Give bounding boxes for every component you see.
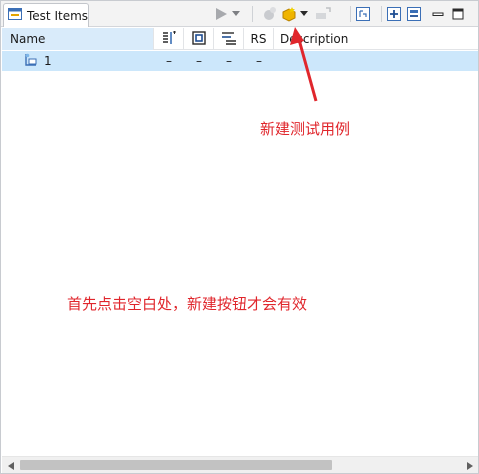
row-checkpoint-cell: – (196, 54, 202, 68)
maximize-icon[interactable] (448, 4, 468, 24)
toolbar-separator (350, 6, 351, 22)
scroll-left-icon[interactable] (2, 457, 19, 474)
tree-toolbar (384, 4, 468, 24)
tab-test-items[interactable]: Test Items (3, 3, 89, 27)
horizontal-scrollbar[interactable] (2, 456, 478, 473)
link-icon[interactable] (353, 4, 373, 24)
annotation-hint: 首先点击空白处，新建按钮才会有效 (67, 295, 308, 313)
run-dropdown-icon[interactable] (231, 4, 241, 24)
new-dropdown-icon[interactable] (299, 4, 309, 24)
import-icon[interactable] (313, 4, 333, 24)
column-header: Name RS Description (2, 28, 478, 50)
row-name-cell[interactable]: 1 (24, 51, 154, 71)
scroll-right-icon[interactable] (461, 457, 478, 474)
tab-bar: Test Items (1, 1, 478, 27)
test-items-view: Test Items Name RS Description 1 – – – –… (0, 0, 479, 474)
link-toolbar (353, 4, 373, 24)
new-test-case-icon[interactable] (279, 4, 299, 24)
expand-all-icon[interactable] (384, 4, 404, 24)
checkpoint-icon (191, 30, 206, 48)
add-test-item-disabled-icon[interactable] (259, 4, 279, 24)
test-item-toolbar (259, 4, 333, 24)
row-parameters-cell: – (226, 54, 232, 68)
row-steps-cell: – (166, 54, 172, 68)
test-item-icon (24, 53, 38, 70)
scrollbar-thumb[interactable] (20, 460, 332, 470)
steps-icon (161, 30, 177, 48)
toolbar-separator (252, 6, 253, 22)
column-rs-header[interactable]: RS (244, 28, 274, 50)
run-icon[interactable] (211, 4, 231, 24)
run-toolbar (211, 4, 241, 24)
column-checkpoint-header[interactable] (184, 28, 214, 50)
annotation-new-test-case: 新建测试用例 (260, 120, 351, 138)
test-items-icon (8, 8, 22, 23)
column-steps-header[interactable] (154, 28, 184, 50)
collapse-all-icon[interactable] (404, 4, 424, 24)
toolbar-separator (381, 6, 382, 22)
column-name-header[interactable]: Name (2, 28, 154, 50)
minimize-icon[interactable] (428, 4, 448, 24)
annotation-arrow (290, 27, 318, 102)
parameters-icon (221, 31, 237, 48)
row-rs-cell: – (256, 54, 262, 68)
column-parameters-header[interactable] (214, 28, 244, 50)
table-row[interactable]: 1 – – – – (2, 51, 478, 71)
tab-label: Test Items (27, 8, 89, 23)
column-description-header[interactable]: Description (274, 28, 478, 50)
row-name-label: 1 (44, 54, 52, 68)
